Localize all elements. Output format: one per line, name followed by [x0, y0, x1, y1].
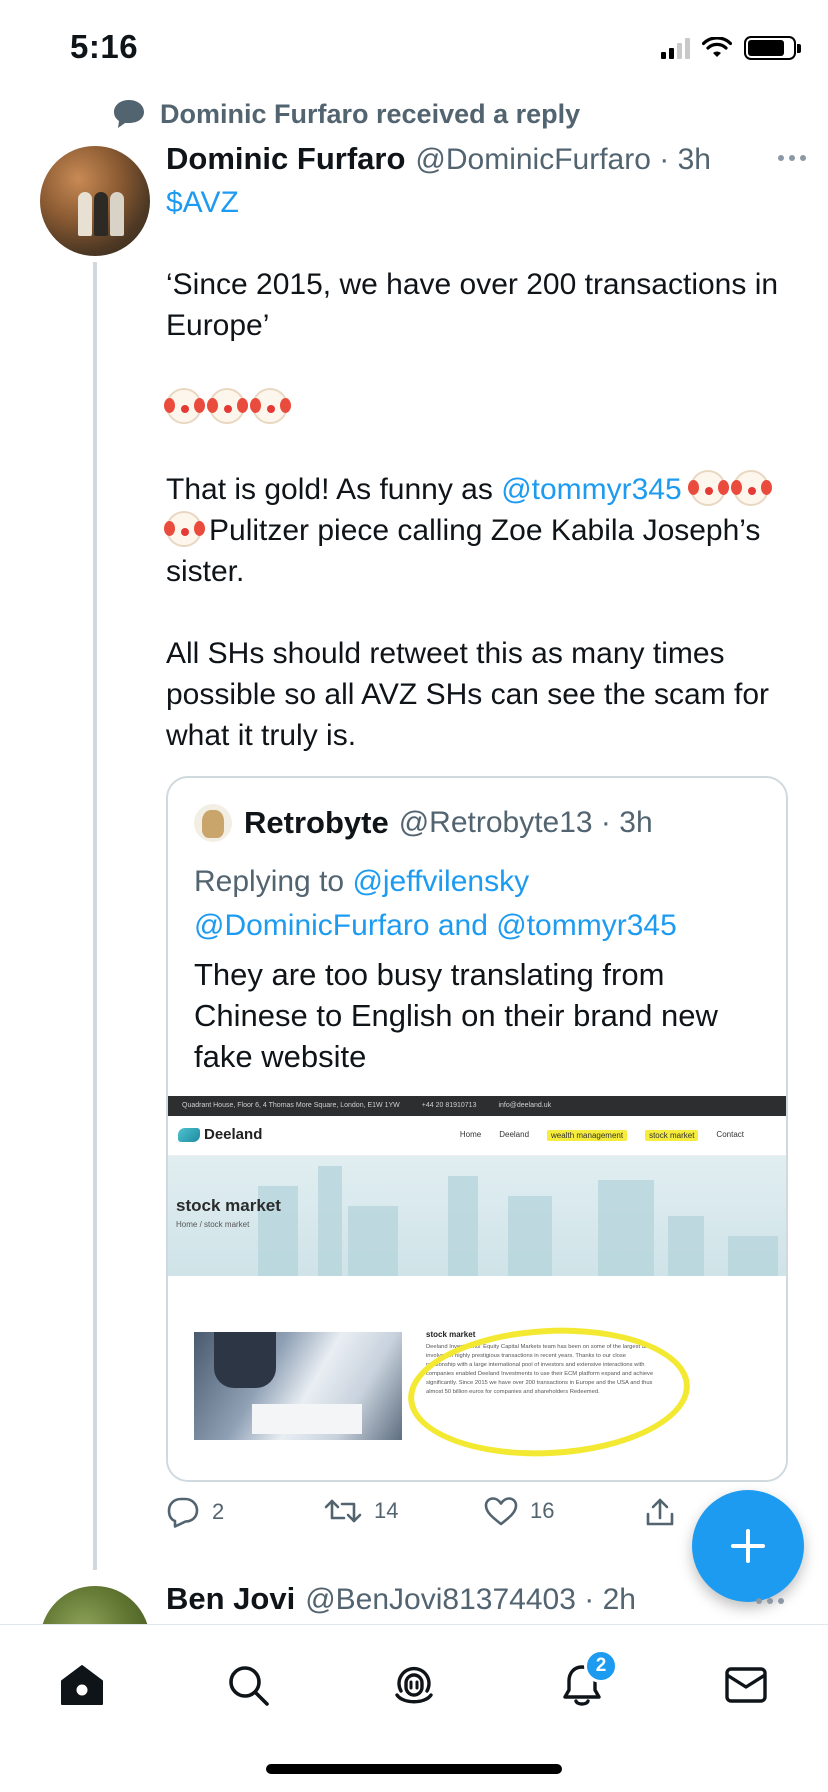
next-author-name[interactable]: Ben Jovi [166, 1581, 295, 1617]
reply-count: 2 [212, 1499, 225, 1524]
tweet-paragraph-retweet: All SHs should retweet this as many time… [166, 637, 770, 752]
more-options-icon[interactable] [778, 155, 806, 161]
social-context-text: Dominic Furfaro received a reply [160, 98, 581, 129]
retweet-icon [324, 1499, 362, 1523]
envelope-icon [725, 1667, 767, 1703]
website-topbar: Quadrant House, Floor 6, 4 Thomas More S… [168, 1096, 786, 1116]
quoted-tweet-header: Retrobyte @Retrobyte13 · 3h [194, 804, 653, 842]
tweet-timestamp[interactable]: 3h [678, 143, 711, 176]
like-button[interactable]: 16 [484, 1496, 554, 1526]
plus-icon [731, 1529, 765, 1563]
tab-home[interactable] [52, 1655, 112, 1715]
wifi-icon [702, 37, 732, 57]
notifications-badge: 2 [584, 1649, 618, 1683]
website-nav: Deeland Home Deeland wealth management s… [168, 1116, 786, 1156]
battery-icon [744, 36, 801, 60]
clown-emoji-icon [250, 388, 288, 424]
website-hero-title: stock market [176, 1196, 281, 1215]
quoted-tweet-card[interactable]: Retrobyte @Retrobyte13 · 3h Replying to … [166, 776, 788, 1482]
next-author-handle[interactable]: @BenJovi81374403 · 2h [305, 1583, 636, 1617]
clown-emoji-icon [164, 511, 202, 547]
status-icons [661, 36, 801, 60]
replying-to: Replying to @jeffvilensky @DominicFurfar… [194, 865, 677, 942]
website-business-photo [194, 1332, 402, 1440]
next-more-options-icon[interactable] [756, 1598, 784, 1604]
thread-line [93, 262, 97, 1570]
mention-link[interactable]: @jeffvilensky [352, 865, 529, 898]
tab-search[interactable] [218, 1655, 278, 1715]
tweet-header: Dominic Furfaro @DominicFurfaro · 3h [166, 141, 806, 177]
tweet-paragraph-gold: That is gold! As funny as @tommyr345 Pul… [164, 469, 796, 592]
mention-link[interactable]: @DominicFurfaro [194, 909, 430, 942]
quoted-author-name: Retrobyte [244, 805, 389, 840]
author-display-name[interactable]: Dominic Furfaro [166, 141, 405, 177]
reply-icon [167, 1497, 199, 1528]
retweet-button[interactable]: 14 [324, 1496, 398, 1526]
website-menu: Home Deeland wealth management stock mar… [459, 1130, 744, 1141]
search-icon [229, 1666, 269, 1706]
clown-emoji-icon [207, 388, 245, 424]
cashtag-link[interactable]: $AVZ [166, 186, 239, 219]
status-time: 5:16 [70, 28, 139, 65]
like-count: 16 [530, 1498, 555, 1523]
spaces-icon [395, 1666, 433, 1704]
website-breadcrumb: Home / stock market [176, 1220, 250, 1229]
quoted-tweet-image[interactable]: Quadrant House, Floor 6, 4 Thomas More S… [168, 1096, 786, 1480]
mention-link[interactable]: @tommyr345 [496, 909, 677, 942]
share-button[interactable] [644, 1496, 676, 1528]
home-icon [61, 1665, 103, 1705]
retweet-count: 14 [374, 1498, 399, 1523]
reply-button[interactable]: 2 [166, 1496, 224, 1528]
next-tweet-header: Ben Jovi @BenJovi81374403 · 2h [166, 1581, 636, 1617]
cellular-signal-icon [661, 37, 690, 59]
tweet-paragraph-quote: ‘Since 2015, we have over 200 transactio… [166, 268, 779, 342]
clown-emoji-icon [164, 388, 202, 424]
clown-emoji-row [164, 387, 796, 428]
clown-emoji-icon [688, 470, 727, 506]
share-icon [646, 1498, 674, 1526]
tab-notifications[interactable]: 2 [552, 1649, 618, 1715]
compose-tweet-button[interactable] [692, 1490, 804, 1602]
tab-spaces[interactable] [384, 1655, 444, 1715]
tweet-actions: 2 14 16 [166, 1496, 686, 1538]
speech-bubble-icon [114, 100, 144, 128]
quoted-author-handle: @Retrobyte13 · 3h [398, 806, 653, 839]
home-indicator [266, 1764, 562, 1774]
mention-link[interactable]: @tommyr345 [501, 473, 682, 506]
author-handle[interactable]: @DominicFurfaro · 3h [415, 143, 711, 177]
status-bar: 5:16 [0, 0, 828, 100]
website-logo: Deeland [178, 1126, 262, 1143]
tweet-text: $AVZ ‘Since 2015, we have over 200 trans… [164, 182, 796, 797]
quoted-author-avatar [194, 804, 232, 842]
website-hero: stock market Home / stock market [168, 1156, 786, 1276]
quoted-tweet-text: They are too busy translating from Chine… [194, 957, 718, 1074]
heart-icon [484, 1497, 518, 1526]
social-context[interactable]: Dominic Furfaro received a reply [112, 98, 580, 130]
author-avatar[interactable] [40, 146, 150, 256]
clown-emoji-icon [731, 470, 770, 506]
tab-messages[interactable] [716, 1655, 776, 1715]
